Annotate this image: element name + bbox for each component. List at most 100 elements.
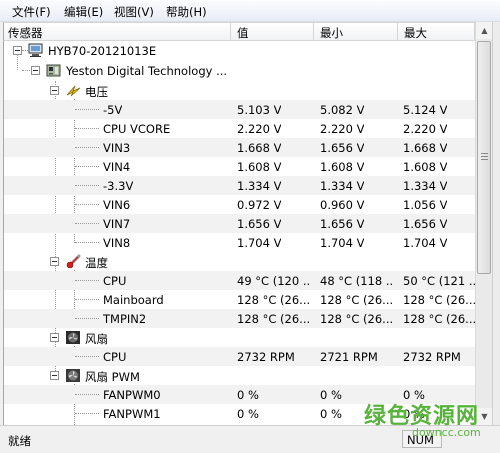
menu-file[interactable]: 文件(F) <box>12 4 51 20</box>
tree-node-fan[interactable]: 风扇 <box>4 328 475 347</box>
sensor-max: 50 °C (121 ... <box>403 274 475 288</box>
column-header: 传感器 值 最小 最大 <box>3 22 475 41</box>
table-row[interactable]: -5V 5.103 V 5.082 V 5.124 V <box>4 100 475 119</box>
collapse-toggle[interactable] <box>50 333 59 342</box>
voltage-icon <box>66 85 81 97</box>
sensor-min: 48 °C (118 ... <box>320 274 394 288</box>
table-row[interactable]: CPU VCORE 2.220 V 2.220 V 2.220 V <box>4 119 475 138</box>
category-label: 电压 <box>85 85 108 99</box>
sensor-name: VIN3 <box>103 141 131 155</box>
vertical-scrollbar[interactable]: ▲ ▼ <box>475 22 493 425</box>
sensor-min: 2721 RPM <box>320 350 378 364</box>
table-row[interactable]: CPU 2732 RPM 2721 RPM 2732 RPM <box>4 347 475 366</box>
table-row[interactable]: TMPIN2 128 °C (26... 128 °C (26... 128 °… <box>4 309 475 328</box>
sensor-value: 1.668 V <box>237 141 282 155</box>
sensor-min: 1.656 V <box>320 217 365 231</box>
sensor-min: 1.334 V <box>320 179 365 193</box>
table-row[interactable]: -3.3V 1.334 V 1.334 V 1.334 V <box>4 176 475 195</box>
tree-node-temperature[interactable]: 温度 <box>4 252 475 271</box>
column-max[interactable]: 最大 <box>400 25 427 40</box>
sensor-value: 1.334 V <box>237 179 282 193</box>
sensor-value: 0.972 V <box>237 198 282 212</box>
tree-node-computer[interactable]: HYB70-20121013E <box>4 41 475 60</box>
sensor-max: 1.656 V <box>403 217 448 231</box>
board-name: Yeston Digital Technology ... <box>66 64 228 78</box>
collapse-toggle[interactable] <box>50 86 59 95</box>
collapse-toggle[interactable] <box>50 257 59 266</box>
table-row[interactable]: VIN7 1.656 V 1.656 V 1.656 V <box>4 214 475 233</box>
column-min[interactable]: 最小 <box>316 25 343 40</box>
sensor-min: 1.656 V <box>320 141 365 155</box>
sensor-name: Mainboard <box>103 293 164 307</box>
sensor-min: 1.608 V <box>320 160 365 174</box>
collapse-toggle[interactable] <box>50 371 59 380</box>
menu-view[interactable]: 视图(V) <box>114 4 154 20</box>
sensor-value: 128 °C (26... <box>237 312 311 326</box>
sensor-value: 0 % <box>237 388 259 402</box>
sensor-name: -3.3V <box>103 179 134 193</box>
sensor-min: 0 % <box>320 407 342 421</box>
category-label: 风扇 <box>85 332 108 346</box>
watermark-url: downcc.com <box>412 426 481 439</box>
table-row[interactable]: CPU 49 °C (120 ... 48 °C (118 ... 50 °C … <box>4 271 475 290</box>
column-value[interactable]: 值 <box>233 25 249 40</box>
table-row[interactable]: Mainboard 128 °C (26... 128 °C (26... 12… <box>4 290 475 309</box>
menu-help[interactable]: 帮助(H) <box>166 4 207 20</box>
category-label: 温度 <box>85 256 108 270</box>
sensor-name: VIN4 <box>103 160 131 174</box>
scroll-up-button[interactable]: ▲ <box>476 22 493 39</box>
table-row[interactable]: VIN6 0.972 V 0.960 V 1.056 V <box>4 195 475 214</box>
sensor-name: VIN8 <box>103 236 131 250</box>
sensor-min: 0.960 V <box>320 198 365 212</box>
sensor-name: CPU VCORE <box>103 122 171 136</box>
scroll-thumb[interactable] <box>477 41 491 274</box>
window-frame-right <box>492 22 500 453</box>
collapse-toggle[interactable] <box>31 66 40 75</box>
sensor-min: 1.704 V <box>320 236 365 250</box>
table-row[interactable]: VIN4 1.608 V 1.608 V 1.608 V <box>4 157 475 176</box>
thermometer-icon <box>66 254 81 268</box>
tree-node-fan-pwm[interactable]: 风扇 PWM <box>4 366 475 385</box>
sensor-max: 128 °C (26... <box>403 312 475 326</box>
sensor-min: 128 °C (26... <box>320 312 394 326</box>
sensor-max: 2.220 V <box>403 122 448 136</box>
table-row[interactable]: VIN8 1.704 V 1.704 V 1.704 V <box>4 233 475 252</box>
column-divider[interactable] <box>230 23 231 41</box>
sensor-value: 1.704 V <box>237 236 282 250</box>
table-row[interactable]: VIN3 1.668 V 1.656 V 1.668 V <box>4 138 475 157</box>
menu-edit[interactable]: 编辑(E) <box>64 4 103 20</box>
sensor-min: 0 % <box>320 388 342 402</box>
status-text: 就绪 <box>8 434 31 448</box>
computer-icon <box>28 43 43 57</box>
sensor-name: -5V <box>103 103 123 117</box>
column-divider[interactable] <box>313 23 314 41</box>
sensor-max: 128 °C (26... <box>403 293 475 307</box>
sensor-value: 49 °C (120 ... <box>237 274 311 288</box>
sensor-name: TMPIN2 <box>103 312 147 326</box>
sensor-value: 2732 RPM <box>237 350 295 364</box>
sensor-max: 5.124 V <box>403 103 448 117</box>
tree-node-board[interactable]: Yeston Digital Technology ... <box>4 61 475 80</box>
sensor-name: VIN7 <box>103 217 131 231</box>
collapse-toggle[interactable] <box>13 46 22 55</box>
category-label: 风扇 PWM <box>85 370 140 384</box>
sensor-max: 1.668 V <box>403 141 448 155</box>
sensor-name: VIN6 <box>103 198 131 212</box>
fan-icon <box>66 331 80 344</box>
sensor-name: FANPWM0 <box>103 388 161 402</box>
computer-name: HYB70-20121013E <box>48 44 157 58</box>
column-divider[interactable] <box>397 23 398 41</box>
tree-node-voltage[interactable]: 电压 <box>4 81 475 100</box>
sensor-value: 5.103 V <box>237 103 282 117</box>
column-sensor[interactable]: 传感器 <box>4 25 43 40</box>
sensor-value: 1.656 V <box>237 217 282 231</box>
sensor-value: 1.608 V <box>237 160 282 174</box>
menu-bar: 文件(F) 编辑(E) 视图(V) 帮助(H) <box>0 0 500 22</box>
sensor-name: CPU <box>103 350 127 364</box>
sensor-min: 2.220 V <box>320 122 365 136</box>
sensor-name: FANPWM1 <box>103 407 161 421</box>
sensor-max: 1.334 V <box>403 179 448 193</box>
sensor-value: 2.220 V <box>237 122 282 136</box>
sensor-tree[interactable]: HYB70-20121013E Yeston Digital Technolog… <box>3 41 475 425</box>
sensor-min: 5.082 V <box>320 103 365 117</box>
